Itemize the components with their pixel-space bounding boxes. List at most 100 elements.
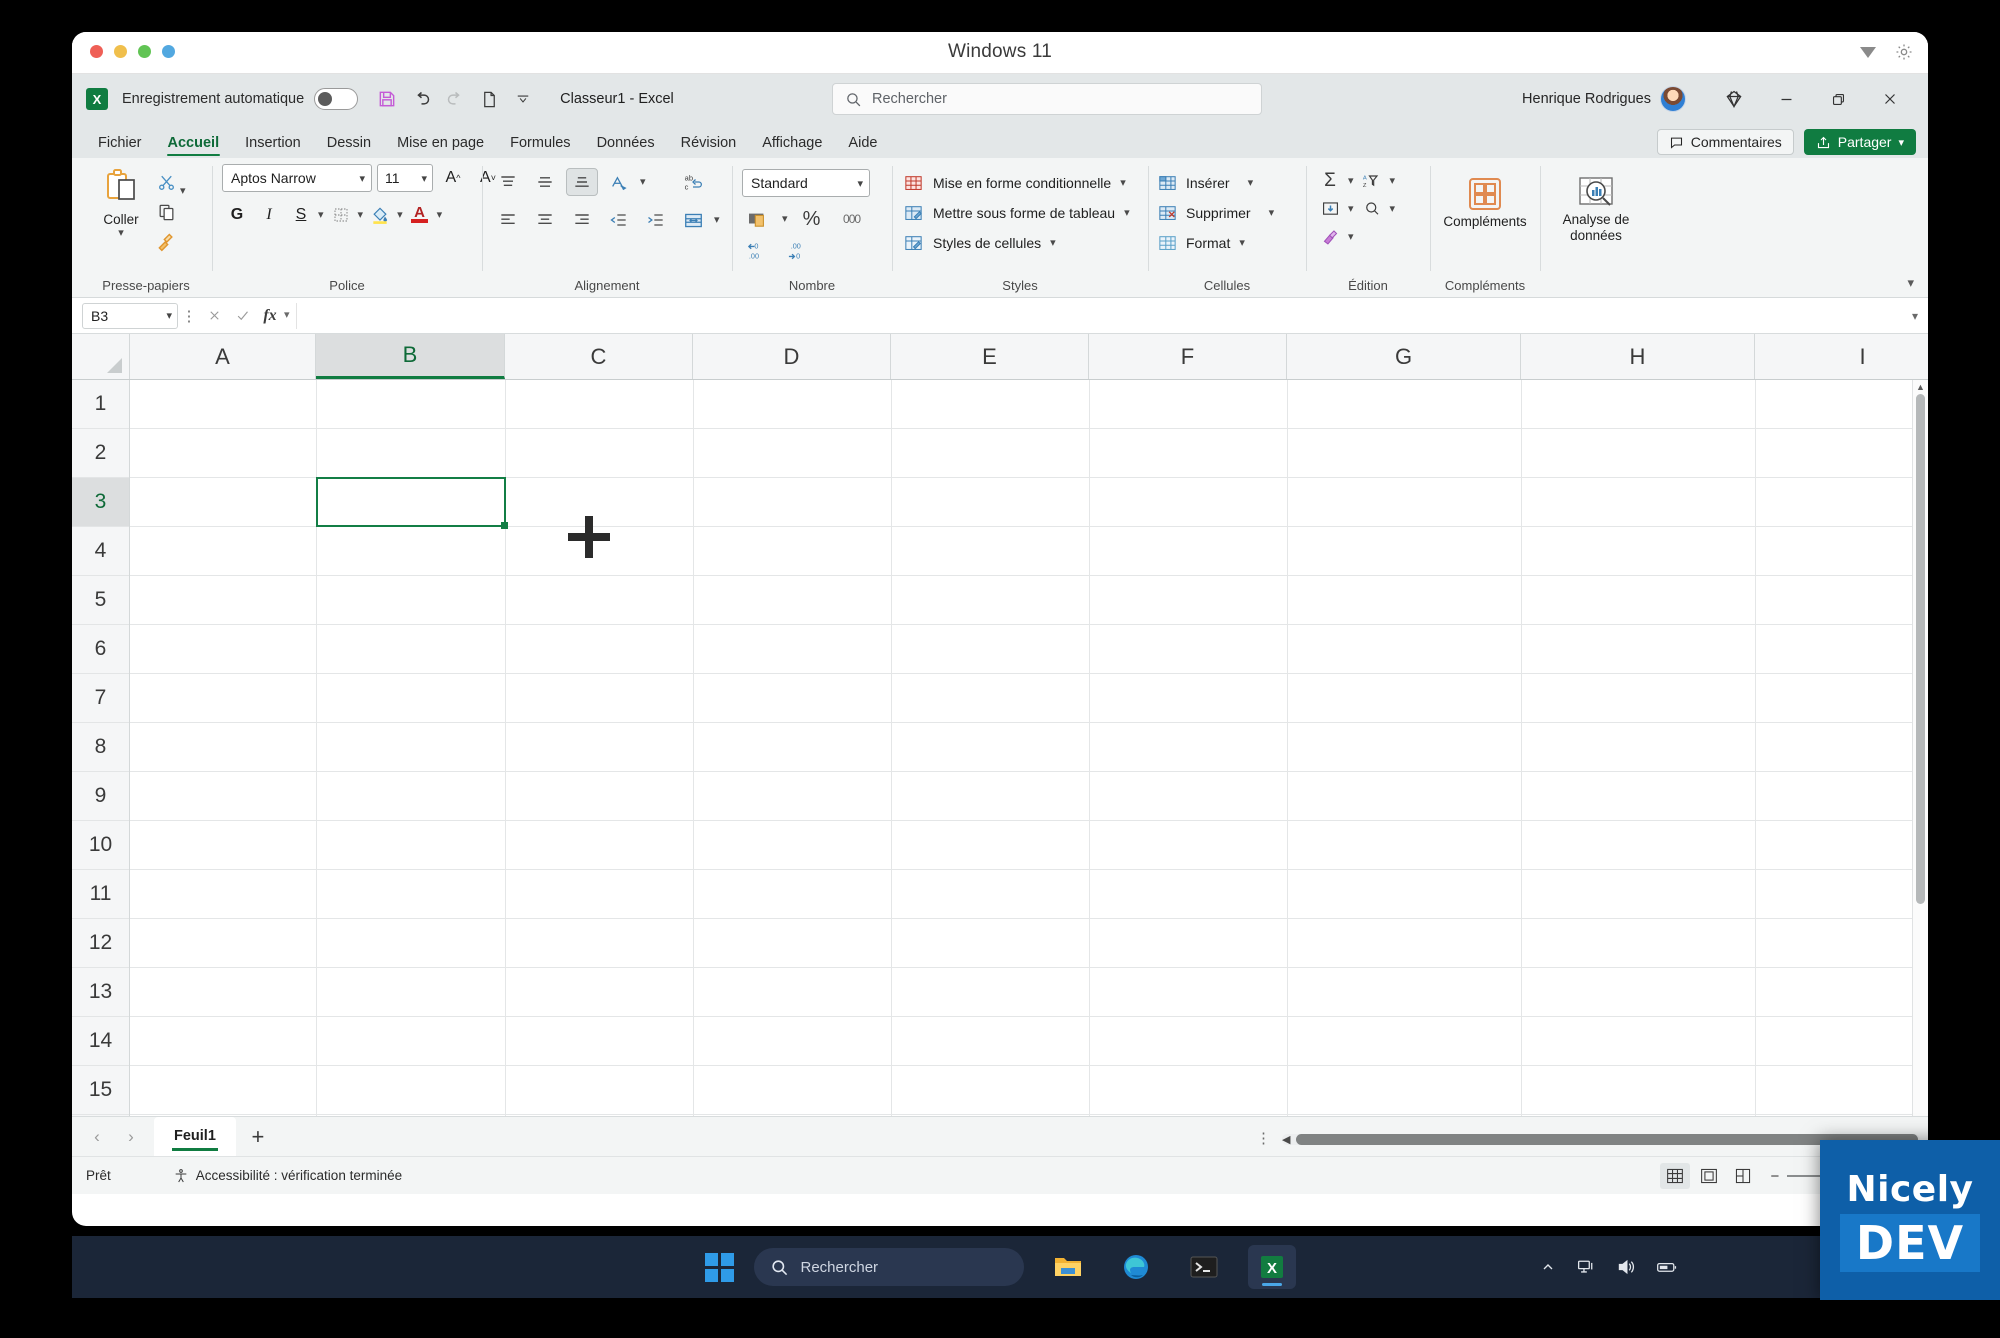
vertical-dots-icon[interactable]: ⋮ bbox=[178, 307, 200, 325]
chevron-down-icon[interactable] bbox=[508, 85, 538, 113]
insert-cells-button[interactable]: Insérer ▾ bbox=[1158, 168, 1253, 198]
paste-button[interactable]: Coller ▾ bbox=[90, 164, 152, 239]
tab-aide[interactable]: Aide bbox=[836, 132, 889, 158]
column-header-f[interactable]: F bbox=[1089, 334, 1287, 379]
chevron-down-icon[interactable]: ▾ bbox=[318, 209, 324, 221]
chevron-down-icon[interactable]: ▾ bbox=[1124, 207, 1130, 219]
volume-icon[interactable] bbox=[1616, 1258, 1636, 1276]
merge-and-center-icon[interactable] bbox=[677, 206, 709, 234]
chevron-down-icon[interactable]: ▾ bbox=[118, 227, 124, 239]
row-header-6[interactable]: 6 bbox=[72, 625, 129, 674]
cell-styles-button[interactable]: Styles de cellules ▾ bbox=[902, 228, 1056, 258]
borders-icon[interactable] bbox=[326, 201, 356, 229]
search-input[interactable]: Rechercher bbox=[832, 83, 1262, 115]
chevron-down-icon[interactable]: ▾ bbox=[397, 209, 403, 221]
page-break-icon[interactable] bbox=[1728, 1163, 1758, 1189]
row-header-10[interactable]: 10 bbox=[72, 821, 129, 870]
conditional-formatting-button[interactable]: Mise en forme conditionnelle ▾ bbox=[902, 168, 1126, 198]
align-left-icon[interactable] bbox=[492, 206, 524, 234]
decrease-decimal-icon[interactable]: .00 0 bbox=[782, 237, 814, 265]
gear-icon[interactable] bbox=[1894, 42, 1914, 62]
font-size-select[interactable]: 11 ▾ bbox=[377, 164, 433, 192]
text-orientation-icon[interactable] bbox=[603, 168, 635, 196]
comma-style-icon[interactable]: 000 bbox=[836, 205, 868, 233]
row-header-2[interactable]: 2 bbox=[72, 429, 129, 478]
addins-button[interactable]: Compléments bbox=[1440, 172, 1530, 230]
expand-formula-bar-icon[interactable]: ▾ bbox=[1902, 309, 1928, 323]
comments-button[interactable]: Commentaires bbox=[1656, 129, 1794, 155]
row-header-15[interactable]: 15 bbox=[72, 1066, 129, 1115]
autosum-icon[interactable]: Σ bbox=[1316, 168, 1344, 194]
microsoft-edge-icon[interactable] bbox=[1112, 1245, 1160, 1289]
save-icon[interactable] bbox=[372, 85, 402, 113]
new-document-icon[interactable] bbox=[474, 85, 504, 113]
delete-cells-button[interactable]: Supprimer ▾ bbox=[1158, 198, 1274, 228]
restore-icon[interactable] bbox=[1812, 74, 1864, 124]
increase-indent-icon[interactable] bbox=[640, 206, 672, 234]
decrease-indent-icon[interactable] bbox=[603, 206, 635, 234]
chevron-down-icon[interactable]: ▾ bbox=[180, 164, 186, 197]
tab-mise-en-page[interactable]: Mise en page bbox=[385, 132, 496, 158]
insert-function-icon[interactable]: fx bbox=[256, 302, 284, 330]
tab-donnees[interactable]: Données bbox=[585, 132, 667, 158]
tab-revision[interactable]: Révision bbox=[669, 132, 749, 158]
row-header-7[interactable]: 7 bbox=[72, 674, 129, 723]
windows-start-icon[interactable] bbox=[704, 1252, 734, 1282]
data-analysis-button[interactable]: Analyse de données bbox=[1550, 172, 1642, 243]
close-icon[interactable] bbox=[1864, 74, 1916, 124]
chevron-down-icon[interactable]: ▾ bbox=[782, 213, 788, 225]
row-header-9[interactable]: 9 bbox=[72, 772, 129, 821]
chevron-down-icon[interactable]: ▾ bbox=[1269, 207, 1275, 219]
fill-color-icon[interactable] bbox=[365, 201, 395, 229]
chevron-left-icon[interactable]: ‹ bbox=[80, 1120, 114, 1154]
format-painter-icon[interactable] bbox=[152, 229, 180, 255]
copy-icon[interactable] bbox=[152, 199, 180, 225]
scroll-up-icon[interactable]: ▲ bbox=[1913, 380, 1928, 394]
name-box[interactable]: B3 ▾ bbox=[82, 302, 178, 329]
share-button[interactable]: Partager ▾ bbox=[1803, 129, 1916, 155]
align-right-icon[interactable] bbox=[566, 206, 598, 234]
font-color-icon[interactable]: A bbox=[405, 201, 435, 229]
cell-area[interactable] bbox=[130, 380, 1928, 1116]
bold-button[interactable]: G bbox=[222, 201, 252, 229]
number-format-select[interactable]: Standard ▾ bbox=[742, 169, 870, 197]
autosave-toggle[interactable] bbox=[314, 88, 359, 110]
align-bottom-icon[interactable] bbox=[566, 168, 598, 196]
grid-view-icon[interactable] bbox=[1660, 1163, 1691, 1189]
chevron-down-icon[interactable]: ▾ bbox=[437, 209, 443, 221]
increase-font-size-icon[interactable]: A ^ bbox=[438, 164, 468, 192]
undo-icon[interactable] bbox=[406, 85, 436, 113]
select-all-corner[interactable] bbox=[72, 334, 130, 379]
column-header-h[interactable]: H bbox=[1521, 334, 1755, 379]
confirm-icon[interactable] bbox=[228, 302, 256, 330]
diamond-icon[interactable] bbox=[1708, 74, 1760, 124]
italic-button[interactable]: I bbox=[254, 201, 284, 229]
account-name[interactable]: Henrique Rodrigues bbox=[1522, 91, 1651, 107]
file-explorer-icon[interactable] bbox=[1044, 1245, 1092, 1289]
row-header-5[interactable]: 5 bbox=[72, 576, 129, 625]
scroll-left-icon[interactable]: ◀ bbox=[1282, 1133, 1290, 1146]
column-header-g[interactable]: G bbox=[1287, 334, 1521, 379]
align-center-icon[interactable] bbox=[529, 206, 561, 234]
chevron-down-icon[interactable]: ▾ bbox=[1348, 203, 1354, 215]
row-header-3[interactable]: 3 bbox=[72, 478, 129, 527]
formula-input[interactable] bbox=[295, 302, 1902, 329]
column-header-a[interactable]: A bbox=[130, 334, 316, 379]
tab-accueil[interactable]: Accueil bbox=[156, 132, 232, 158]
vertical-scrollbar[interactable]: ▲ bbox=[1912, 380, 1928, 1116]
column-header-b[interactable]: B bbox=[316, 334, 505, 379]
show-hidden-icons-chevron[interactable] bbox=[1540, 1259, 1556, 1275]
format-cells-button[interactable]: Format ▾ bbox=[1158, 228, 1245, 258]
row-header-8[interactable]: 8 bbox=[72, 723, 129, 772]
underline-button[interactable]: S bbox=[286, 201, 316, 229]
tab-affichage[interactable]: Affichage bbox=[750, 132, 834, 158]
accounting-format-icon[interactable] bbox=[742, 205, 774, 233]
chevron-down-icon[interactable]: ▾ bbox=[1239, 237, 1245, 249]
sheet-tab-feuil1[interactable]: Feuil1 bbox=[154, 1116, 236, 1157]
column-header-i[interactable]: I bbox=[1755, 334, 1928, 379]
align-top-icon[interactable] bbox=[492, 168, 524, 196]
chevron-down-icon[interactable]: ▾ bbox=[1390, 203, 1396, 215]
fill-handle[interactable] bbox=[501, 522, 508, 529]
chevron-down-icon[interactable]: ▾ bbox=[1390, 175, 1396, 187]
column-header-d[interactable]: D bbox=[693, 334, 891, 379]
